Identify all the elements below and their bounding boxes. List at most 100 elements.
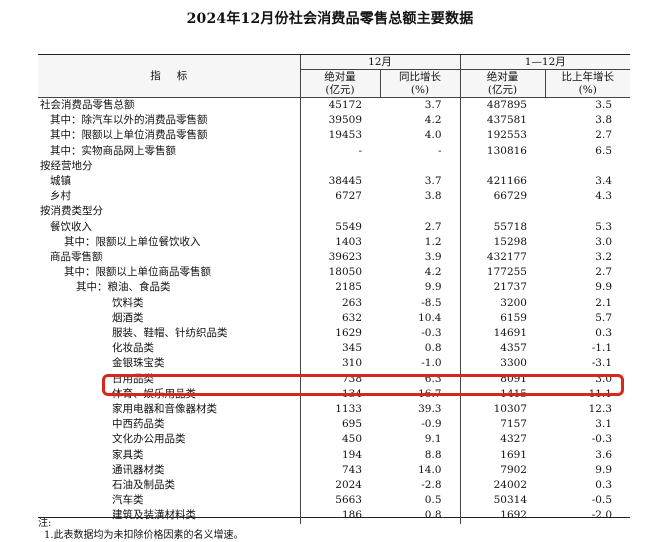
cell-ytd-growth: 3.2 <box>595 251 612 264</box>
cell-ytd-amount: 130816 <box>459 143 545 159</box>
row-label: 日用品类 <box>112 372 154 385</box>
row-label: 家用电器和音像器材类 <box>112 403 217 416</box>
cell-ytd-amount: 177255 <box>459 265 545 281</box>
table-row: 中西药品类 695 -0.9 7157 3.1 <box>38 417 630 433</box>
row-label: 中西药品类 <box>112 418 165 431</box>
row-label: 汽车类 <box>112 494 144 507</box>
cell-ytd-amount: 487895 <box>459 98 545 114</box>
table-row: 饮料类 263 -8.5 3200 2.1 <box>38 295 630 311</box>
page-title: 2024年12月份社会消费品零售总额主要数据 <box>186 11 474 27</box>
cell-dec-amount: - <box>299 143 380 159</box>
cell-dec-growth: 3.8 <box>424 190 442 203</box>
cell-dec-growth: 9.9 <box>424 281 442 294</box>
cell-dec-growth: -2.8 <box>421 479 442 492</box>
cell-ytd-growth: 3.4 <box>595 175 612 188</box>
cell-ytd-growth: 2.7 <box>595 266 612 279</box>
table-row: 烟酒类 632 10.4 6159 5.7 <box>38 310 630 327</box>
cell-dec-growth: -8.5 <box>421 296 442 309</box>
cell-dec-amount <box>299 158 380 175</box>
cell-dec-growth: 0.8 <box>424 509 442 522</box>
row-label: 化妆品类 <box>112 342 154 355</box>
cell-dec-amount: 1629 <box>299 326 380 342</box>
footnote: 注: 1.此表数据均为未扣除价格因素的名义增速。 <box>38 518 244 542</box>
cell-dec-growth: -1.0 <box>421 357 442 370</box>
cell-ytd-amount: 1692 <box>459 508 545 524</box>
retail-sales-table: 指标 12月 1—12月 绝对量 (亿元) 同比增长 (%) 绝对量 (亿元) 比上年… <box>38 54 631 524</box>
cell-dec-growth: -0.3 <box>421 327 442 340</box>
cell-ytd-amount <box>459 204 545 220</box>
row-label: 石油及制品类 <box>112 479 175 492</box>
table-row: 餐饮收入 5549 2.7 55718 5.3 <box>38 219 630 235</box>
table-row: 石油及制品类 2024 -2.8 24002 0.3 <box>38 478 630 494</box>
table-row: 其中：限额以上单位消费品零售额 19453 4.0 192553 2.7 <box>38 128 630 144</box>
cell-ytd-amount: 21737 <box>459 280 545 296</box>
cell-ytd-growth: 9.9 <box>595 281 612 294</box>
cell-ytd-growth: -2.0 <box>591 509 612 522</box>
cell-ytd-amount: 10307 <box>459 402 545 418</box>
header-col-dec-amount: 绝对量 (亿元) <box>299 69 380 98</box>
header-col-ytd-amount: 绝对量 (亿元) <box>459 69 545 98</box>
cell-ytd-amount: 192553 <box>459 128 545 144</box>
cell-ytd-growth: 5.3 <box>595 220 612 233</box>
table-row: 乡村 6727 3.8 66729 4.3 <box>38 189 630 205</box>
cell-dec-growth: -0.9 <box>421 418 442 431</box>
cell-ytd-growth: 0.3 <box>595 479 612 492</box>
cell-ytd-growth: 3.1 <box>595 418 612 431</box>
header-indicator: 指标 <box>38 55 300 98</box>
row-label: 服装、鞋帽、针纺织品类 <box>112 327 228 340</box>
cell-dec-amount: 39623 <box>299 250 380 266</box>
cell-ytd-growth: 3.5 <box>595 99 612 111</box>
cell-dec-growth: 39.3 <box>418 403 442 416</box>
cell-ytd-amount: 1415 <box>459 386 545 403</box>
footnote-line: 1.此表数据均为未扣除价格因素的名义增速。 <box>44 530 244 541</box>
cell-ytd-growth: -3.1 <box>591 357 612 370</box>
cell-dec-amount: 5549 <box>299 219 380 235</box>
row-label: 其中：除汽车以外的消费品零售额 <box>50 114 208 127</box>
cell-dec-growth: 8.8 <box>424 448 442 461</box>
row-label: 其中：限额以上单位餐饮收入 <box>64 235 201 248</box>
cell-dec-amount: 18050 <box>299 265 380 281</box>
header-group-december: 12月 <box>299 55 460 70</box>
cell-dec-growth <box>380 159 460 174</box>
table-row: 其中：限额以上单位餐饮收入 1403 1.2 15298 3.0 <box>38 234 630 251</box>
cell-dec-growth: 4.0 <box>424 129 442 142</box>
table-row: 城镇 38445 3.7 421166 3.4 <box>38 174 630 190</box>
table-row: 按消费类型分 <box>38 204 630 220</box>
table-row: 按经营地分 <box>38 158 630 175</box>
table-body: 社会消费品零售总额 45172 3.7 487895 3.5 其中：除汽车以外的消费品零售… <box>38 98 630 524</box>
cell-dec-amount: 695 <box>299 417 380 433</box>
row-label: 餐饮收入 <box>50 220 92 233</box>
cell-ytd-amount: 50314 <box>459 493 545 509</box>
cell-dec-amount: 19453 <box>299 128 380 144</box>
cell-dec-amount <box>299 204 380 220</box>
cell-ytd-growth: 3.0 <box>595 372 612 385</box>
row-label: 金银珠宝类 <box>112 357 165 370</box>
cell-dec-amount: 310 <box>299 356 380 372</box>
cell-dec-amount: 1133 <box>299 402 380 418</box>
cell-ytd-growth: 2.7 <box>595 129 612 142</box>
row-label: 商品零售额 <box>50 251 103 264</box>
cell-ytd-growth: 0.3 <box>595 327 612 340</box>
header-col-ytd-growth: 比上年增长 (%) <box>544 69 631 98</box>
cell-dec-growth: - <box>437 144 442 157</box>
cell-ytd-growth: 4.3 <box>595 190 612 203</box>
table-row: 家用电器和音像器材类 1133 39.3 10307 12.3 <box>38 402 630 418</box>
row-label: 其中：限额以上单位消费品零售额 <box>50 129 208 142</box>
cell-ytd-amount: 55718 <box>459 219 545 235</box>
cell-dec-amount: 345 <box>299 341 380 357</box>
table-row: 通讯器材类 743 14.0 7902 9.9 <box>38 462 630 479</box>
cell-ytd-growth: 3.0 <box>595 235 612 248</box>
cell-dec-amount: 194 <box>299 447 380 463</box>
cell-dec-growth: 3.7 <box>424 175 442 188</box>
row-label: 其中：粮油、食品类 <box>76 281 171 294</box>
cell-dec-amount: 263 <box>299 295 380 311</box>
cell-ytd-amount: 66729 <box>459 189 545 205</box>
table-row: 其中：限额以上单位商品零售额 18050 4.2 177255 2.7 <box>38 265 630 281</box>
cell-dec-growth: 14.0 <box>418 463 442 476</box>
cell-ytd-amount <box>459 158 545 175</box>
cell-ytd-growth: 11.1 <box>588 387 612 400</box>
cell-dec-amount: 2185 <box>299 280 380 296</box>
cell-dec-amount: 743 <box>299 462 380 479</box>
table-row: 社会消费品零售总额 45172 3.7 487895 3.5 <box>38 98 630 114</box>
cell-dec-growth: 0.8 <box>424 342 442 355</box>
